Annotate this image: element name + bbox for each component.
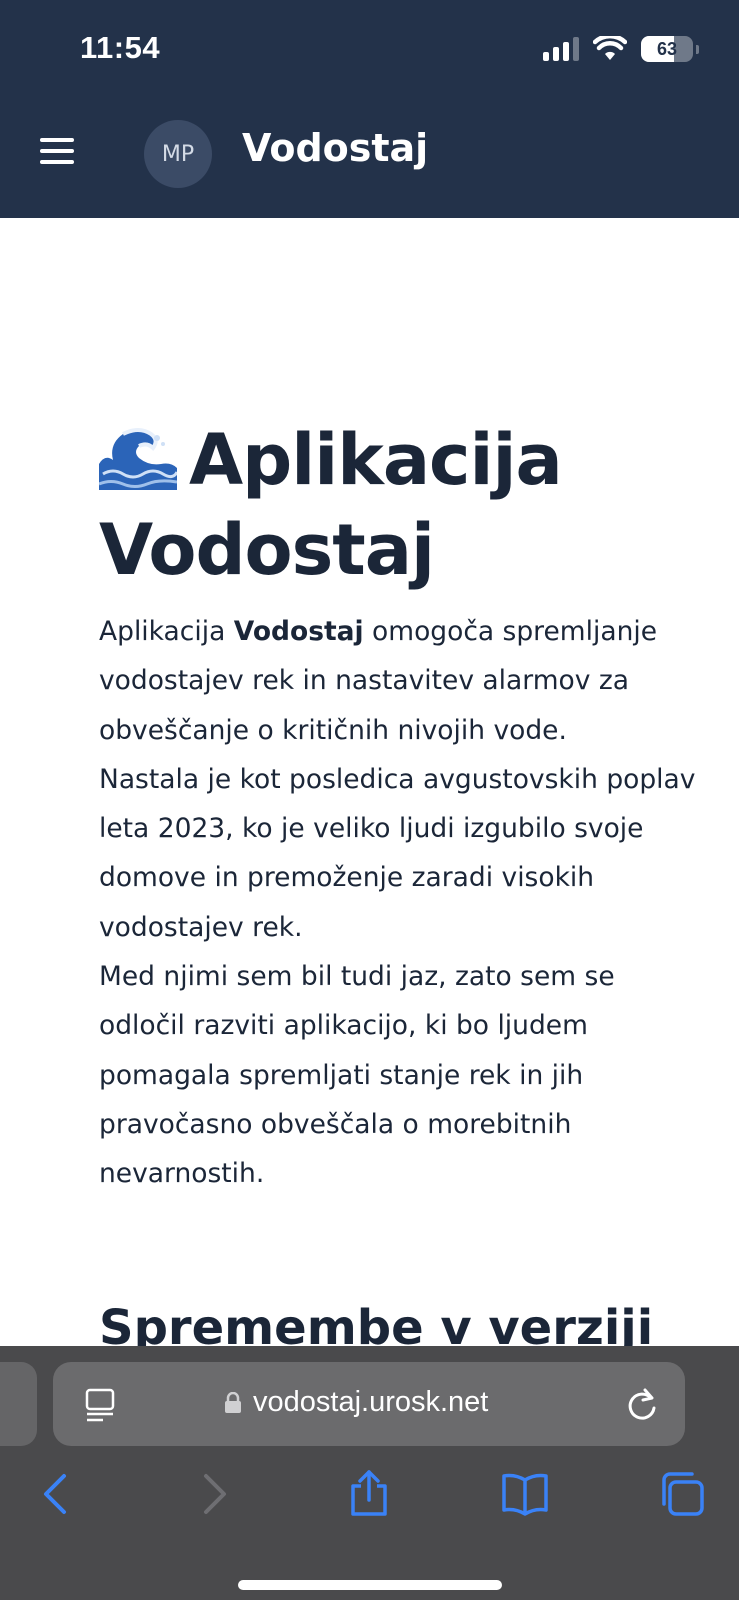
- address-bar[interactable]: vodostaj.urosk.net: [53, 1362, 685, 1446]
- author-paragraph: Med njimi sem bil tudi jaz, zato sem se …: [99, 961, 615, 1190]
- reload-icon[interactable]: [625, 1386, 659, 1422]
- home-indicator: [238, 1580, 502, 1590]
- forward-icon[interactable]: [190, 1470, 238, 1518]
- lock-icon: [225, 1392, 241, 1413]
- battery-icon: 63: [641, 36, 699, 62]
- bookmarks-icon[interactable]: [501, 1470, 549, 1518]
- page-title: Aplikacija Vodostaj: [99, 415, 699, 595]
- share-icon[interactable]: [345, 1470, 393, 1518]
- origin-paragraph: Nastala je kot posledica avgustovskih po…: [99, 763, 696, 943]
- back-icon[interactable]: [32, 1470, 80, 1518]
- menu-icon[interactable]: [40, 138, 74, 168]
- intro-prefix: Aplikacija: [99, 616, 234, 647]
- wifi-icon: [593, 36, 627, 60]
- main-content: Aplikacija Vodostaj Aplikacija Vodostaj …: [99, 415, 699, 1199]
- intro-app-name: Vodostaj: [233, 616, 364, 647]
- tabs-icon[interactable]: [658, 1470, 706, 1518]
- browser-chrome: vodostaj.urosk.net: [0, 1346, 739, 1600]
- avatar[interactable]: MP: [144, 120, 212, 188]
- intro-paragraph: Aplikacija Vodostaj omogoča spremljanje …: [99, 607, 699, 1199]
- url-text[interactable]: vodostaj.urosk.net: [253, 1386, 488, 1419]
- cellular-signal-icon: [543, 37, 579, 61]
- app-header: 11:54 63 MP Vodostaj: [0, 0, 739, 218]
- reader-mode-icon[interactable]: [85, 1388, 115, 1422]
- wave-icon: [99, 424, 177, 490]
- battery-level: 63: [656, 38, 678, 59]
- status-icons: 63: [543, 32, 699, 66]
- changelog-heading: Spremembe v verziji: [99, 1300, 654, 1346]
- app-title: Vodostaj: [242, 126, 429, 170]
- status-time: 11:54: [80, 30, 161, 65]
- previous-tab-preview[interactable]: [0, 1362, 37, 1446]
